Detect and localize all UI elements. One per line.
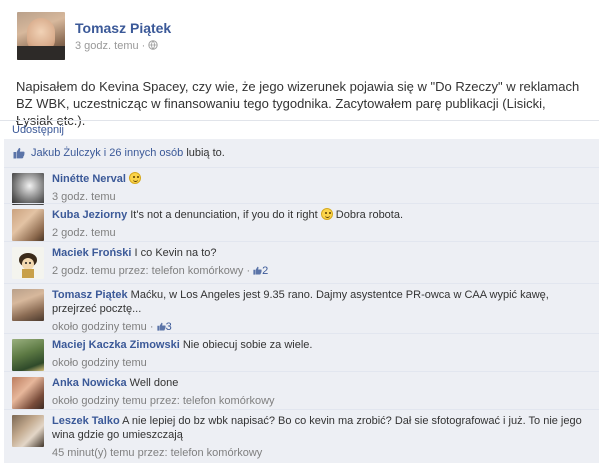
likes-people-link[interactable]: Jakub Żulczyk i 26 innych osób (31, 147, 183, 159)
comment-text: A nie lepiej do bz wbk napisać? Bo co ke… (52, 415, 582, 441)
commenter-name[interactable]: Kuba Jeziorny (52, 209, 127, 221)
author-avatar[interactable] (17, 12, 65, 60)
commenter-avatar[interactable] (12, 289, 44, 321)
commenter-name[interactable]: Leszek Talko (52, 415, 120, 427)
commenter-avatar[interactable] (12, 415, 44, 447)
share-link[interactable]: Udostępnij (12, 124, 64, 136)
comment-likes[interactable]: 2 (253, 265, 268, 277)
comment-time[interactable]: 45 minut(y) temu przez: telefon komórkow… (52, 447, 262, 459)
comment-item: Maciej Kaczka Zimowski Nie obiecuj sobie… (4, 333, 599, 372)
comment-time[interactable]: około godziny temu przez: telefon komórk… (52, 395, 275, 407)
commenter-name[interactable]: Tomasz Piątek (52, 289, 128, 301)
smiley-icon (129, 172, 142, 184)
commenter-avatar[interactable] (12, 247, 44, 279)
comment-item: Ninétte Nerval 3 godz. temu (4, 167, 599, 205)
cartoon-avatar-icon (19, 253, 37, 278)
comment-item: Anka Nowicka Well done około godziny tem… (4, 371, 599, 410)
post-meta: 3 godz. temu · (75, 40, 159, 52)
comment-likes[interactable]: 3 (156, 321, 172, 333)
post-header: Tomasz Piątek 3 godz. temu · (17, 12, 587, 62)
thumbs-up-icon (156, 322, 166, 331)
commenter-avatar[interactable] (12, 339, 44, 371)
meta-separator: · (149, 321, 154, 333)
comment-item: Tomasz Piątek Maćku, w Los Angeles jest … (4, 283, 599, 334)
thumbs-up-icon (13, 147, 25, 159)
meta-separator: · (141, 40, 146, 52)
comment-time[interactable]: 3 godz. temu (52, 191, 116, 203)
comment-like-count: 2 (262, 265, 269, 277)
comment-like-count: 3 (165, 321, 172, 333)
commenter-name[interactable]: Maciek Froński (52, 247, 131, 259)
likes-text: Jakub Żulczyk i 26 innych osób lubią to. (31, 139, 225, 167)
smiley-icon (320, 208, 333, 220)
feedback-box: Jakub Żulczyk i 26 innych osób lubią to.… (4, 139, 599, 463)
commenter-name[interactable]: Ninétte Nerval (52, 173, 126, 185)
likes-summary: Jakub Żulczyk i 26 innych osób lubią to. (4, 139, 599, 168)
commenter-avatar[interactable] (12, 173, 44, 205)
comment-time[interactable]: 2 godz. temu przez: telefon komórkowy (52, 265, 243, 277)
comment-item: Leszek Talko A nie lepiej do bz wbk napi… (4, 409, 599, 464)
comment-item: Kuba Jeziorny It's not a denunciation, i… (4, 203, 599, 242)
comment-time[interactable]: około godziny temu (52, 357, 147, 369)
thumbs-up-icon (253, 266, 262, 275)
comment-text-after: Dobra robota. (335, 209, 404, 221)
post-actions: Udostępnij (0, 120, 599, 139)
comment-text: I co Kevin na to? (134, 247, 217, 259)
comment-text: Well done (129, 377, 179, 389)
globe-icon[interactable] (148, 40, 159, 50)
commenter-avatar[interactable] (12, 209, 44, 241)
comment-item: Maciek Froński I co Kevin na to? 2 godz.… (4, 241, 599, 284)
commenter-avatar[interactable] (12, 377, 44, 409)
post-author-name[interactable]: Tomasz Piątek (75, 20, 171, 36)
comment-text: Nie obiecuj sobie za wiele. (182, 339, 313, 351)
commenter-name[interactable]: Anka Nowicka (52, 377, 127, 389)
comment-time[interactable]: około godziny temu (52, 321, 147, 333)
likes-suffix: lubią to. (186, 147, 225, 159)
meta-separator: · (246, 265, 251, 277)
comment-time[interactable]: 2 godz. temu (52, 227, 116, 239)
post-time[interactable]: 3 godz. temu (75, 40, 139, 52)
commenter-name[interactable]: Maciej Kaczka Zimowski (52, 339, 180, 351)
comment-text: It's not a denunciation, if you do it ri… (130, 209, 318, 221)
